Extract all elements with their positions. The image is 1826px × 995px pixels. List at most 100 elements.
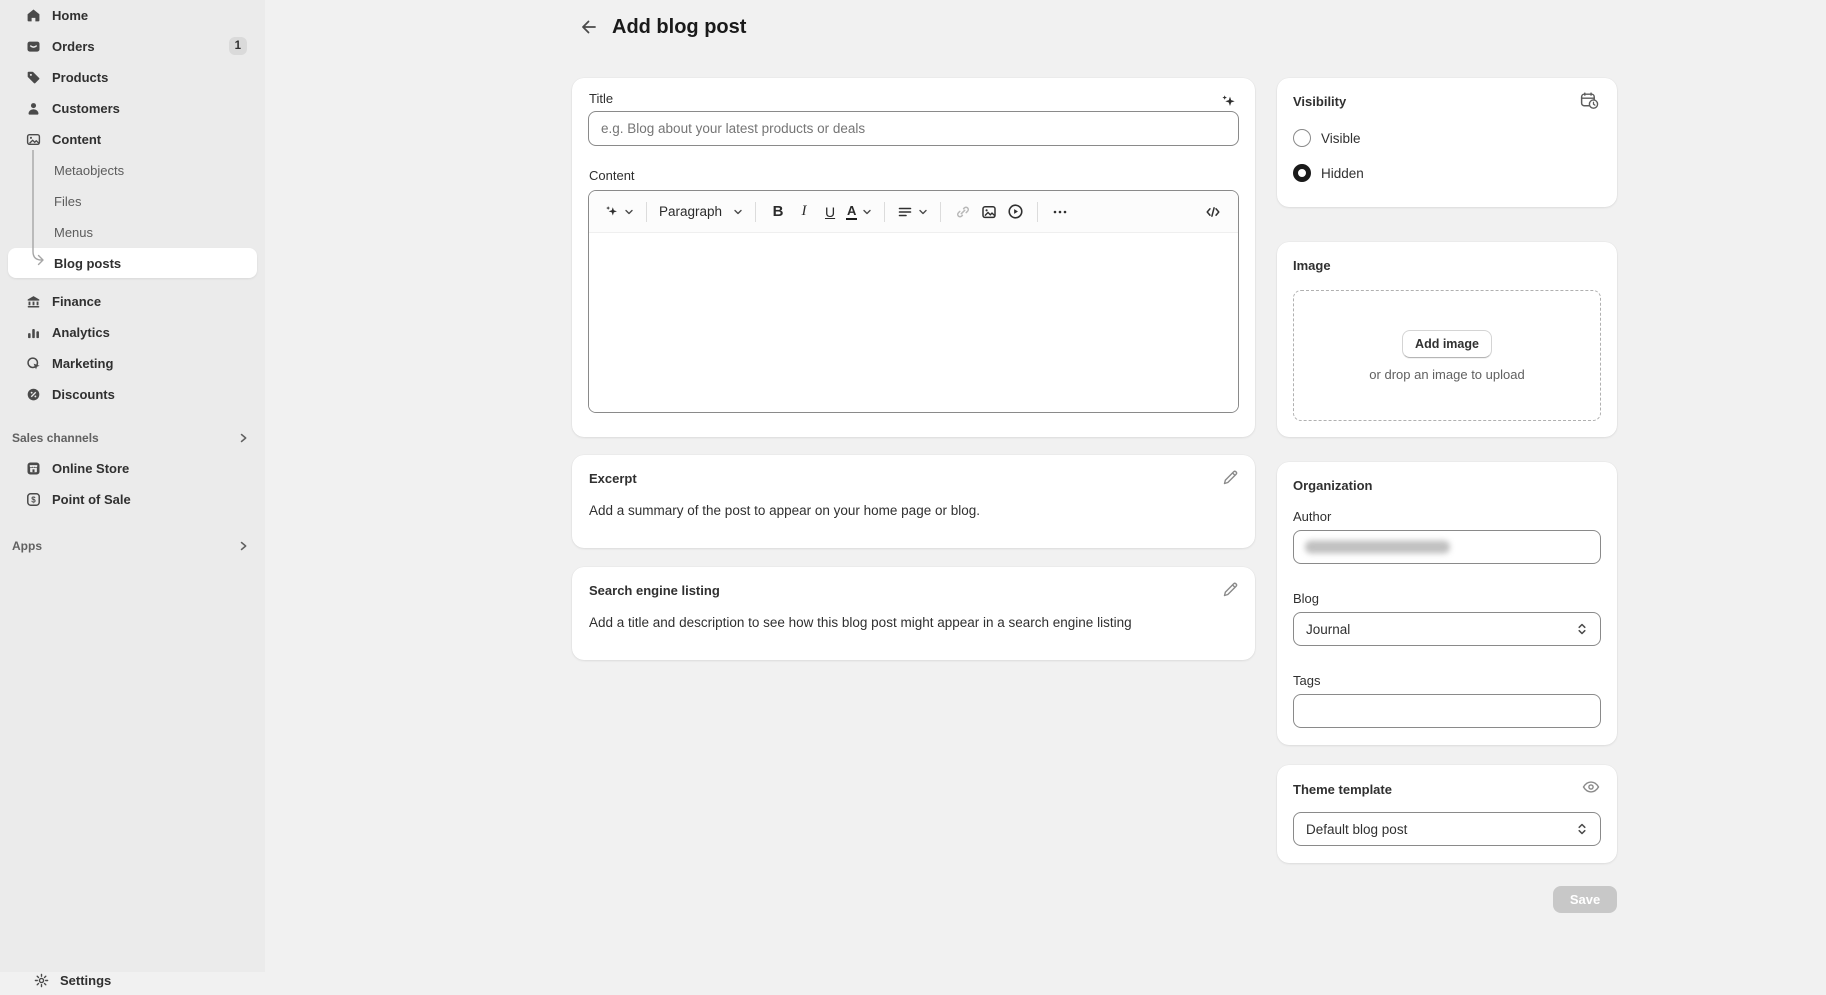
content-label: Content [589,168,635,183]
add-image-button[interactable]: Add image [1402,330,1492,358]
sidebar-item-home[interactable]: Home [8,0,257,30]
back-button[interactable] [575,13,603,41]
excerpt-card: Excerpt Add a summary of the post to app… [572,455,1255,548]
sidebar-section-sales-channels[interactable]: Sales channels [8,424,257,452]
schedule-visibility-button[interactable] [1575,86,1603,114]
tags-input[interactable] [1293,694,1601,728]
bold-button[interactable]: B [765,198,791,226]
tags-field-group: Tags [1293,673,1601,728]
sidebar-item-label: Settings [60,973,111,988]
chevron-right-icon [237,540,249,552]
sidebar-item-label: Discounts [52,387,115,402]
sidebar-item-orders[interactable]: Orders 1 [8,31,257,61]
sidebar-item-content[interactable]: Content [8,124,257,154]
visibility-option-hidden[interactable]: Hidden [1293,163,1601,183]
italic-button[interactable]: I [791,198,817,226]
sidebar-item-label: Files [54,194,81,209]
chevron-down-icon [918,207,928,217]
paragraph-style-dropdown[interactable]: Paragraph [656,198,746,226]
theme-template-select[interactable]: Default blog post [1293,812,1601,846]
toolbar-divider [1037,202,1038,222]
sidebar-item-metaobjects[interactable]: Metaobjects [8,155,257,185]
sidebar-item-label: Blog posts [54,256,121,271]
text-color-glyph: A [846,204,857,220]
pencil-icon [1221,579,1241,599]
insert-link-button[interactable] [950,198,976,226]
image-card: Image Add image or drop an image to uplo… [1277,242,1617,437]
text-color-dropdown[interactable]: A [843,198,875,226]
customers-icon [26,101,41,116]
organization-card: Organization Author Blog Journal Tags [1277,462,1617,745]
insert-image-button[interactable] [976,198,1002,226]
eye-icon [1581,777,1601,797]
sidebar-section-apps[interactable]: Apps [8,532,257,560]
sidebar-item-settings[interactable]: Settings [16,965,265,995]
search-engine-listing-card: Search engine listing Add a title and de… [572,567,1255,660]
sidebar-item-products[interactable]: Products [8,62,257,92]
sidebar-nav: Home Orders 1 Products Customers C [0,0,265,560]
orders-icon [26,39,41,54]
chevron-down-icon [733,207,743,217]
link-icon [955,204,971,220]
excerpt-description: Add a summary of the post to appear on y… [589,503,1238,518]
visibility-card: Visibility Visible Hidden [1277,78,1617,207]
excerpt-title: Excerpt [589,471,1238,486]
analytics-icon [26,325,41,340]
finance-icon [26,294,41,309]
image-dropzone[interactable]: Add image or drop an image to upload [1293,290,1601,421]
toolbar-divider [646,202,647,222]
more-options-button[interactable] [1047,198,1073,226]
products-icon [26,70,41,85]
gear-icon [34,973,49,988]
online-store-icon [26,461,41,476]
insert-video-button[interactable] [1002,198,1028,226]
sidebar-item-online-store[interactable]: Online Store [8,453,257,483]
radio-label: Visible [1321,131,1361,146]
toolbar-divider [755,202,756,222]
sidebar-item-customers[interactable]: Customers [8,93,257,123]
ai-sparkle-icon [604,204,619,219]
chevron-right-icon [237,432,249,444]
visibility-option-visible[interactable]: Visible [1293,128,1601,148]
save-button[interactable]: Save [1553,886,1617,913]
sidebar-item-analytics[interactable]: Analytics [8,317,257,347]
sidebar-item-label: Products [52,70,108,85]
drop-hint-text: or drop an image to upload [1369,367,1524,382]
preview-template-button[interactable] [1581,777,1601,797]
code-view-button[interactable] [1200,198,1226,226]
sidebar-item-finance[interactable]: Finance [8,286,257,316]
sidebar-item-label: Analytics [52,325,110,340]
theme-template-value: Default blog post [1306,822,1407,837]
marketing-icon [26,356,41,371]
sidebar-item-label: Finance [52,294,101,309]
blog-select[interactable]: Journal [1293,612,1601,646]
sidebar-item-label: Online Store [52,461,129,476]
title-label: Title [589,91,613,106]
ai-assist-button[interactable] [601,198,637,226]
image-title: Image [1293,258,1601,273]
sidebar-item-label: Home [52,8,88,23]
radio-selected[interactable] [1293,164,1311,182]
select-updown-icon [1574,821,1590,837]
chevron-down-icon [624,207,634,217]
radio-unselected[interactable] [1293,129,1311,147]
toolbar-divider [940,202,941,222]
sidebar-item-point-of-sale[interactable]: $ Point of Sale [8,484,257,514]
sidebar-item-label: Point of Sale [52,492,131,507]
sidebar-item-files[interactable]: Files [8,186,257,216]
sidebar-item-blog-posts[interactable]: Blog posts [8,248,257,278]
point-of-sale-icon: $ [26,492,41,507]
orders-count-badge: 1 [229,37,247,55]
blog-label: Blog [1293,591,1601,606]
author-label: Author [1293,509,1601,524]
underline-button[interactable]: U [817,198,843,226]
sidebar-item-marketing[interactable]: Marketing [8,348,257,378]
alignment-dropdown[interactable] [894,198,931,226]
title-input[interactable] [588,111,1239,146]
sidebar-item-label: Content [52,132,101,147]
edit-excerpt-button[interactable] [1217,463,1245,491]
edit-seo-button[interactable] [1217,575,1245,603]
sidebar-item-discounts[interactable]: Discounts [8,379,257,409]
content-editor-area[interactable] [589,233,1238,412]
sidebar-item-menus[interactable]: Menus [8,217,257,247]
